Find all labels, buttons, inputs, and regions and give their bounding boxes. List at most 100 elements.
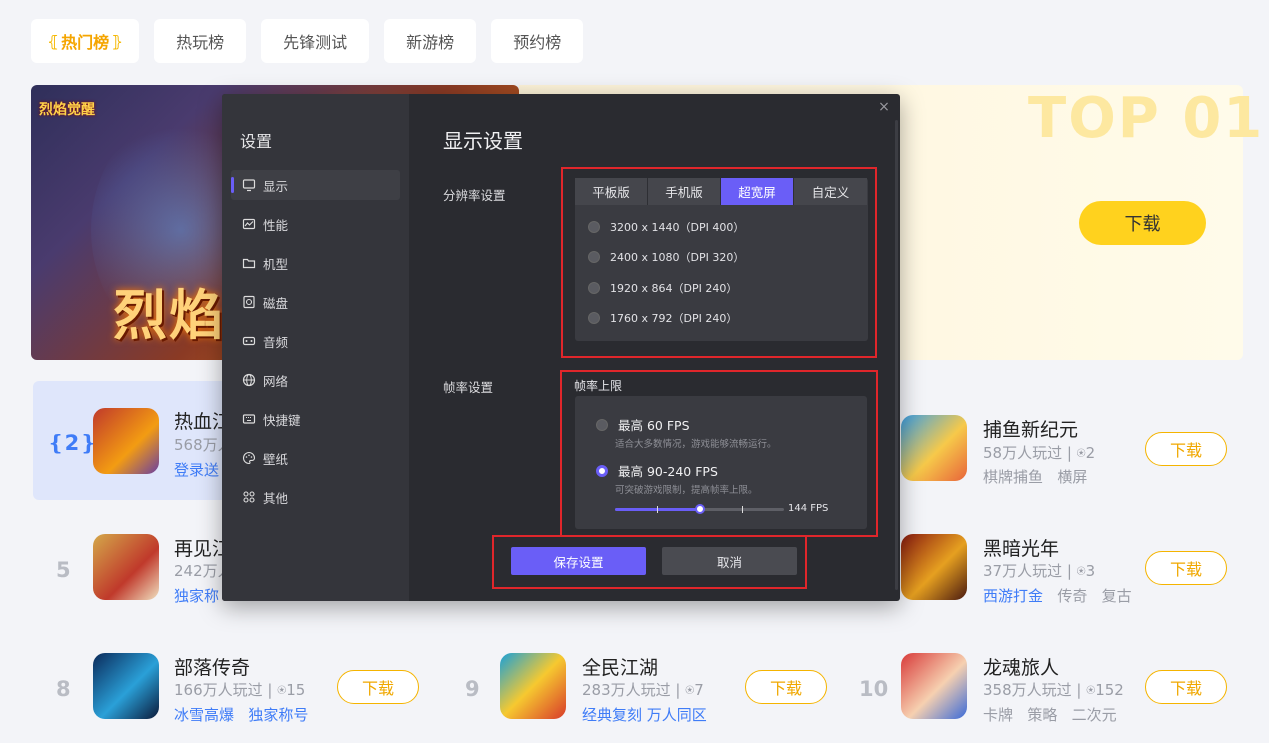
settings-modal: 设置 显示 性能 机型 磁盘 音频 网络 快捷键 壁纸 其他 显示设置 × 分辨… bbox=[222, 94, 900, 601]
tab-pioneer[interactable]: 先锋测试 bbox=[261, 19, 370, 63]
radio-button[interactable] bbox=[588, 282, 600, 294]
resolution-tabs: 平板版 手机版 超宽屏 自定义 bbox=[575, 178, 867, 205]
rank-number: ❴2❵ bbox=[47, 431, 97, 455]
tab-hot-label: 热门榜 bbox=[61, 33, 110, 52]
game-meta: 358万人玩过 | ⍟152 bbox=[983, 681, 1124, 699]
save-button[interactable]: 保存设置 bbox=[511, 547, 646, 575]
audio-icon bbox=[242, 336, 256, 346]
sidebar-item-label: 网络 bbox=[263, 373, 289, 389]
game-icon[interactable] bbox=[93, 534, 159, 600]
download-button[interactable]: 下载 bbox=[1145, 432, 1227, 466]
tab-custom[interactable]: 自定义 bbox=[794, 178, 867, 205]
sidebar-item-device[interactable]: 机型 bbox=[231, 248, 400, 278]
sidebar-item-label: 其他 bbox=[263, 490, 289, 506]
ranking-tabs: ⦃ 热门榜 ⦄ 热玩榜 先锋测试 新游榜 预约榜 bbox=[31, 19, 584, 63]
radio-button[interactable] bbox=[596, 418, 608, 431]
game-name[interactable]: 捕鱼新纪元 bbox=[983, 415, 1078, 442]
cancel-button[interactable]: 取消 bbox=[662, 547, 797, 575]
sidebar-item-label: 音频 bbox=[263, 334, 289, 350]
tab-reserve[interactable]: 预约榜 bbox=[491, 19, 584, 63]
game-icon[interactable] bbox=[901, 653, 967, 719]
game-tags: 冰雪高爆 独家称号 bbox=[174, 706, 309, 724]
game-name[interactable]: 黑暗光年 bbox=[983, 534, 1059, 561]
radio-button-selected[interactable] bbox=[596, 464, 608, 477]
banner-logo: 烈焰觉醒 bbox=[39, 102, 95, 118]
resolution-option[interactable]: 1760 x 792（DPI 240） bbox=[588, 310, 737, 326]
scrollbar[interactable] bbox=[895, 120, 898, 590]
slider-handle[interactable] bbox=[694, 504, 705, 514]
sidebar-item-label: 机型 bbox=[263, 256, 289, 272]
tab-tablet[interactable]: 平板版 bbox=[575, 178, 648, 205]
sidebar-item-label: 快捷键 bbox=[263, 412, 301, 428]
laurel-left-icon: ⦃ bbox=[47, 31, 60, 51]
radio-button[interactable] bbox=[588, 251, 600, 263]
active-indicator bbox=[231, 177, 234, 193]
option-label: 最高 90-240 FPS bbox=[618, 464, 718, 479]
sidebar-item-wallpaper[interactable]: 壁纸 bbox=[231, 443, 400, 473]
fps-slider[interactable] bbox=[615, 504, 784, 514]
game-name[interactable]: 全民江湖 bbox=[582, 653, 658, 680]
banner-download-button[interactable]: 下载 bbox=[1079, 201, 1206, 245]
resolution-option[interactable]: 3200 x 1440（DPI 400） bbox=[588, 219, 744, 235]
device-icon bbox=[242, 258, 256, 269]
option-description: 可突破游戏限制，提高帧率上限。 bbox=[615, 485, 758, 496]
option-label: 2400 x 1080（DPI 320） bbox=[610, 251, 745, 264]
globe-icon bbox=[242, 373, 256, 387]
resolution-option[interactable]: 1920 x 864（DPI 240） bbox=[588, 280, 737, 296]
download-button[interactable]: 下载 bbox=[337, 670, 419, 704]
laurel-right-icon: ⦄ bbox=[111, 31, 124, 51]
game-name[interactable]: 部落传奇 bbox=[174, 653, 250, 680]
fps-label: 帧率设置 bbox=[443, 380, 494, 395]
radio-button[interactable] bbox=[588, 312, 600, 324]
top-rank-label: TOP 01 bbox=[1028, 86, 1265, 151]
game-icon[interactable] bbox=[901, 415, 967, 481]
tab-play[interactable]: 热玩榜 bbox=[154, 19, 247, 63]
settings-sidebar: 设置 显示 性能 机型 磁盘 音频 网络 快捷键 壁纸 其他 bbox=[222, 94, 409, 601]
performance-icon bbox=[242, 218, 256, 230]
modal-title: 显示设置 bbox=[443, 129, 523, 153]
tab-phone[interactable]: 手机版 bbox=[648, 178, 721, 205]
resolution-option[interactable]: 2400 x 1080（DPI 320） bbox=[588, 249, 744, 265]
sidebar-item-network[interactable]: 网络 bbox=[231, 365, 400, 395]
radio-button[interactable] bbox=[588, 221, 600, 233]
grid-icon bbox=[243, 491, 255, 503]
sidebar-item-disk[interactable]: 磁盘 bbox=[231, 287, 400, 317]
game-icon[interactable] bbox=[500, 653, 566, 719]
palette-icon bbox=[243, 451, 256, 465]
fps-title: 帧率上限 bbox=[574, 379, 623, 393]
sidebar-item-audio[interactable]: 音频 bbox=[231, 326, 400, 356]
sidebar-item-shortcut[interactable]: 快捷键 bbox=[231, 404, 400, 434]
sidebar-item-label: 壁纸 bbox=[263, 451, 289, 467]
game-name[interactable]: 龙魂旅人 bbox=[983, 653, 1059, 680]
option-description: 适合大多数情况，游戏能够流畅运行。 bbox=[615, 439, 777, 450]
option-label: 1760 x 792（DPI 240） bbox=[610, 312, 738, 325]
download-button[interactable]: 下载 bbox=[745, 670, 827, 704]
game-icon[interactable] bbox=[93, 653, 159, 719]
sidebar-item-other[interactable]: 其他 bbox=[231, 482, 400, 512]
option-label: 1920 x 864（DPI 240） bbox=[610, 282, 738, 295]
sidebar-item-label: 性能 bbox=[263, 217, 289, 233]
disk-icon bbox=[243, 295, 255, 309]
download-button[interactable]: 下载 bbox=[1145, 551, 1227, 585]
rank-number: 10 bbox=[859, 677, 889, 701]
tab-ultrawide[interactable]: 超宽屏 bbox=[721, 178, 794, 205]
game-tags: 西游打金 传奇 复古 bbox=[983, 587, 1132, 605]
sidebar-item-display[interactable]: 显示 bbox=[231, 170, 400, 200]
game-icon[interactable] bbox=[93, 408, 159, 474]
sidebar-item-label: 磁盘 bbox=[263, 295, 289, 311]
rank-number: 8 bbox=[56, 677, 71, 701]
tab-hot[interactable]: ⦃ 热门榜 ⦄ bbox=[31, 19, 140, 63]
game-tags: 经典复刻 万人同区 bbox=[582, 706, 707, 724]
keyboard-icon bbox=[242, 414, 256, 424]
sidebar-item-performance[interactable]: 性能 bbox=[231, 209, 400, 239]
fps-option-60[interactable]: 最高 60 FPS bbox=[596, 415, 690, 434]
tab-new[interactable]: 新游榜 bbox=[384, 19, 477, 63]
slider-tick bbox=[742, 506, 743, 513]
fps-option-240[interactable]: 最高 90-240 FPS bbox=[596, 461, 718, 480]
game-icon[interactable] bbox=[901, 534, 967, 600]
download-button[interactable]: 下载 bbox=[1145, 670, 1227, 704]
close-icon[interactable]: × bbox=[877, 100, 891, 114]
game-tags: 独家称 bbox=[174, 587, 220, 605]
slider-tick bbox=[657, 506, 658, 513]
fps-value: 144 FPS bbox=[788, 503, 829, 514]
